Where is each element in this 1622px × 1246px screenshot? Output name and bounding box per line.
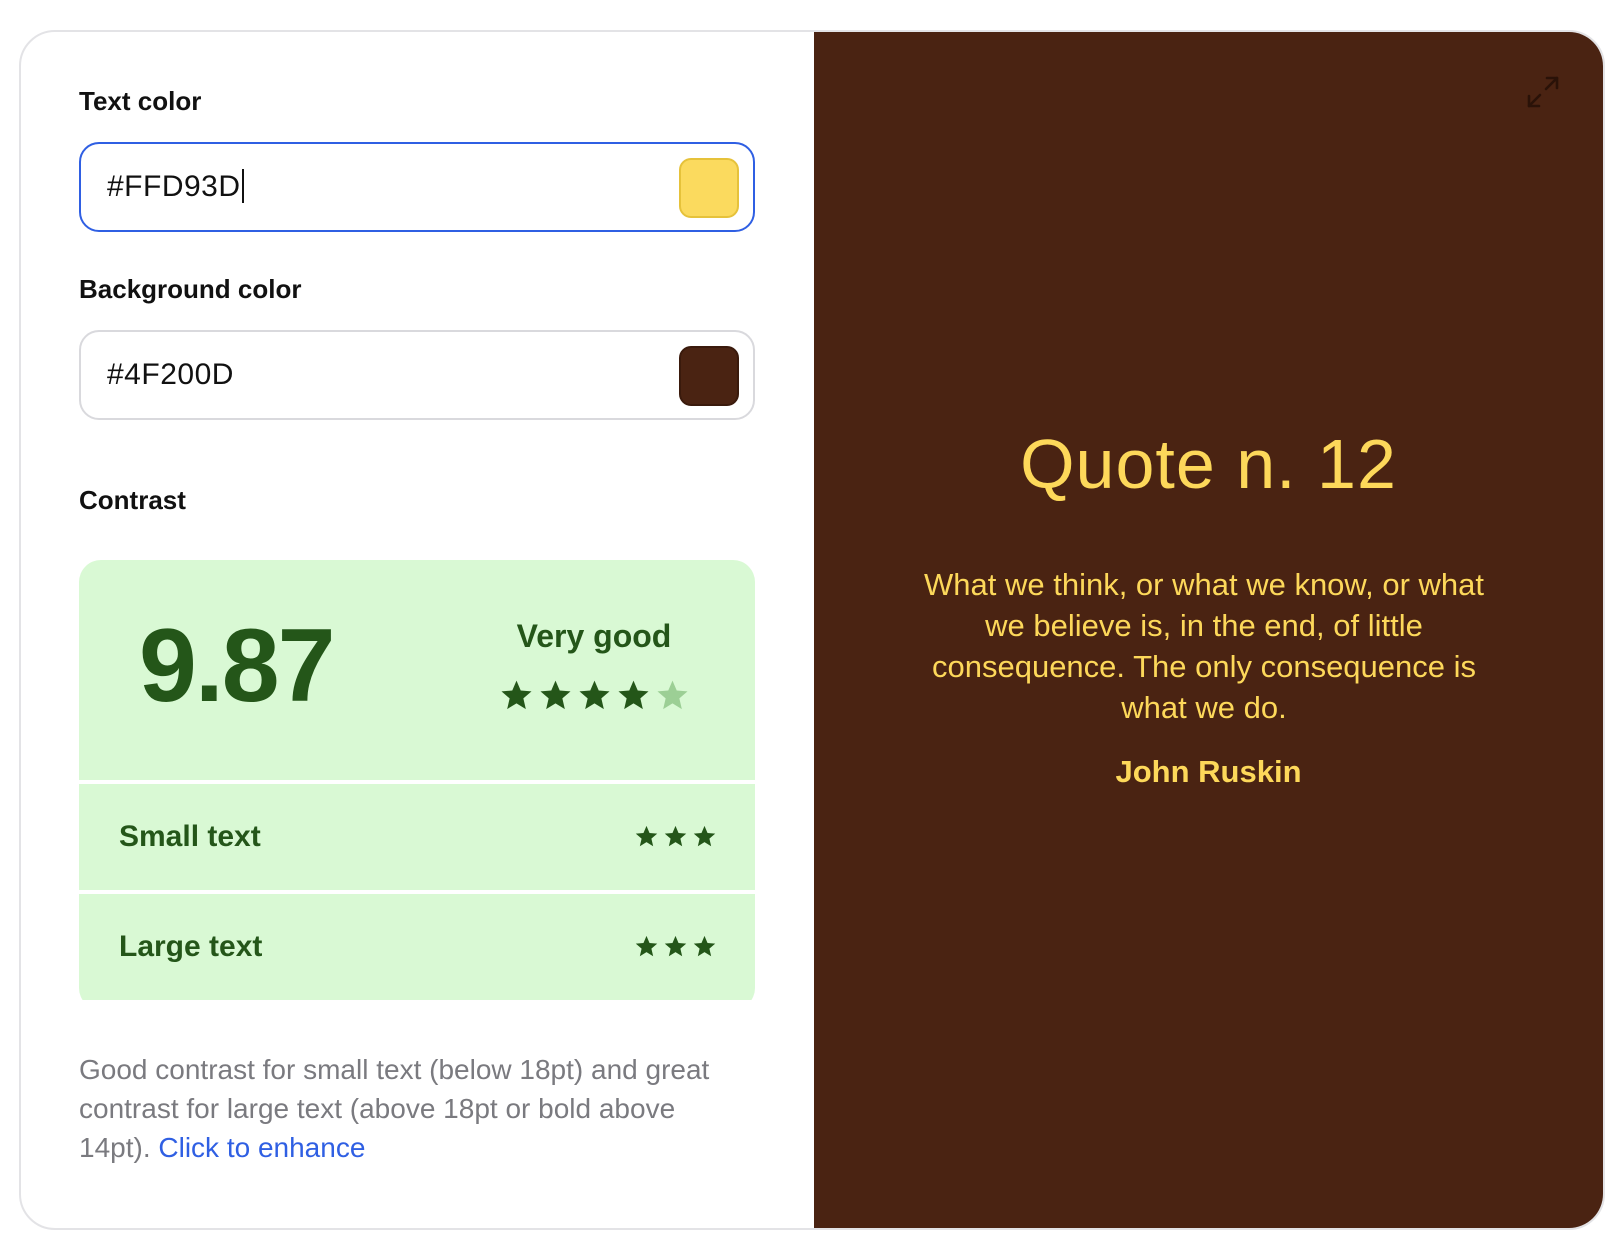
star-icon [635, 825, 658, 847]
small-text-stars [634, 824, 717, 849]
expand-icon[interactable] [1523, 72, 1563, 112]
star-icon [664, 825, 687, 847]
quote-title: Quote n. 12 [1020, 425, 1397, 503]
contrast-label: Contrast [79, 485, 186, 515]
text-cursor [241, 169, 244, 204]
star-icon [579, 680, 610, 710]
contrast-score-panel: 9.87 Very good [79, 560, 755, 780]
contrast-rating: Very good [516, 618, 672, 654]
background-color-swatch[interactable] [679, 346, 739, 406]
large-text-label: Large text [119, 930, 263, 963]
star-icon [540, 680, 571, 710]
rating-stars [499, 678, 690, 713]
quote-author: John Ruskin [1115, 754, 1302, 789]
contrast-checker-card: Text color #FFD93D Background color #4F2… [19, 30, 1605, 1230]
large-text-row: Large text [79, 894, 755, 1000]
enhance-link[interactable]: Click to enhance [158, 1132, 365, 1163]
text-color-field[interactable]: #FFD93D [79, 142, 755, 232]
star-icon [635, 935, 658, 957]
text-color-label: Text color [79, 86, 202, 116]
contrast-ratio: 9.87 [139, 608, 335, 724]
star-icon [618, 680, 649, 710]
text-color-swatch[interactable] [679, 158, 739, 218]
star-icon [657, 680, 688, 710]
small-text-row: Small text [79, 784, 755, 890]
quote-text: What we think, or what we know, or what … [924, 567, 1484, 725]
contrast-description: Good contrast for small text (below 18pt… [79, 1050, 729, 1167]
large-text-stars [634, 934, 717, 959]
background-color-label: Background color [79, 274, 302, 304]
text-color-input[interactable]: #FFD93D [107, 144, 244, 230]
settings-panel: Text color #FFD93D Background color #4F2… [21, 32, 814, 1228]
background-color-input[interactable]: #4F200D [107, 332, 234, 418]
star-icon [693, 825, 716, 847]
preview-panel: Quote n. 12 What we think, or what we kn… [814, 32, 1603, 1228]
star-icon [664, 935, 687, 957]
star-icon [693, 935, 716, 957]
background-color-field[interactable]: #4F200D [79, 330, 755, 420]
contrast-result: 9.87 Very good Small text Large text [79, 560, 755, 1010]
small-text-label: Small text [119, 820, 261, 853]
star-icon [501, 680, 532, 710]
